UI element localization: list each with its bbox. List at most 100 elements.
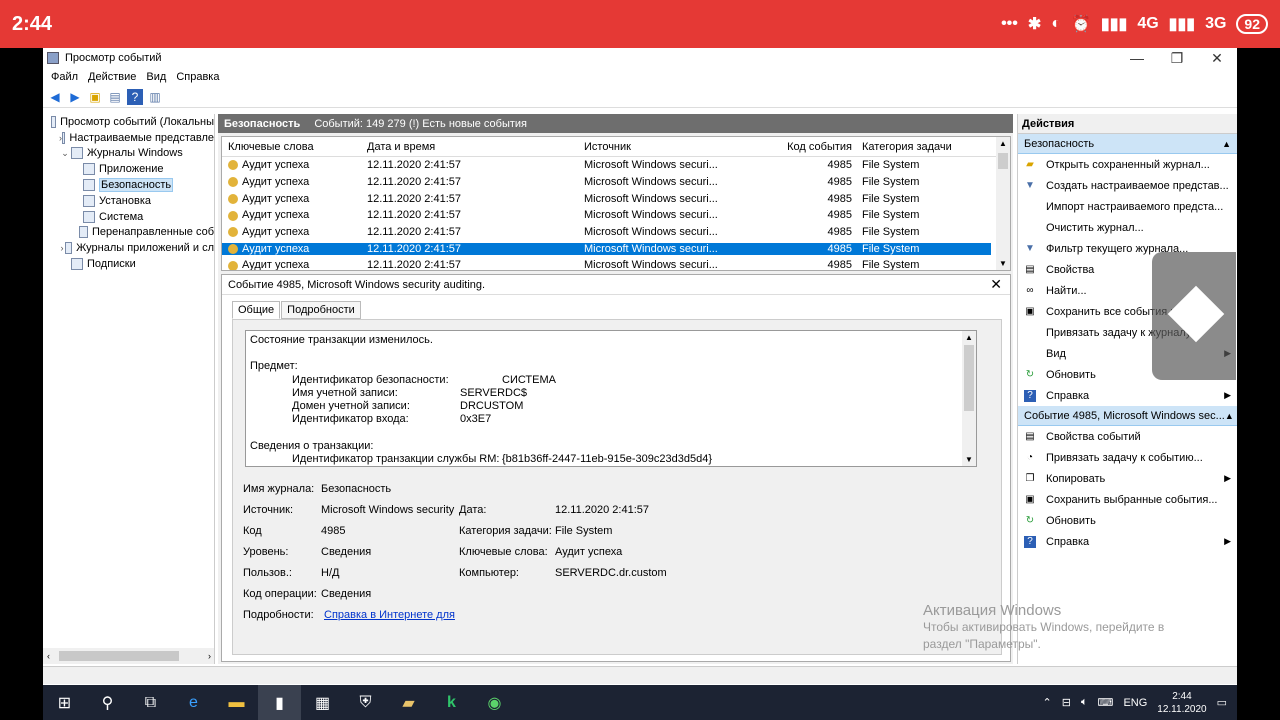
tree-item[interactable]: › Журналы приложений и сл — [43, 240, 214, 256]
app-icon-k[interactable]: k — [430, 685, 473, 720]
event-description[interactable]: Состояние транзакции изменилось. Предмет… — [245, 330, 977, 467]
tree-item[interactable]: › Настраиваемые представле — [43, 130, 214, 146]
column-datetime[interactable]: Дата и время — [361, 141, 578, 153]
show-hidden-icons-icon[interactable]: ⌃ — [1043, 696, 1052, 709]
description-scrollbar[interactable]: ▲ ▼ — [962, 331, 976, 466]
floating-overlay-button[interactable] — [1152, 252, 1236, 380]
table-row[interactable]: Аудит успеха 12.11.2020 2:41:57 Microsoft … — [222, 207, 1010, 224]
file-explorer-icon[interactable]: ▬ — [215, 685, 258, 720]
language-indicator[interactable]: ENG — [1123, 697, 1147, 709]
scroll-down-icon[interactable]: ▼ — [965, 455, 973, 464]
edge-icon[interactable]: e — [172, 685, 215, 720]
collapse-icon[interactable]: ▲ — [1222, 139, 1231, 149]
forward-icon[interactable]: ▶ — [67, 89, 83, 105]
start-windows-icon[interactable]: ⊞ — [43, 685, 86, 720]
close-button[interactable]: ✕ — [1197, 50, 1237, 67]
server-manager-icon[interactable]: ▦ — [301, 685, 344, 720]
action-item[interactable]: ↻ Обновить — [1018, 510, 1237, 531]
actions-pane: Действия Безопасность ▲ ▰ Открыть сохране… — [1017, 114, 1237, 664]
action-label: Найти... — [1046, 284, 1087, 297]
volume-icon[interactable]: 🔈︎ — [1081, 696, 1088, 709]
scroll-up-icon[interactable]: ▲ — [965, 333, 973, 342]
column-source[interactable]: Источник — [578, 141, 746, 153]
action-item[interactable]: ▤ Свойства событий — [1018, 426, 1237, 447]
clock[interactable]: 2:44 12.11.2020 — [1157, 690, 1206, 716]
scroll-thumb[interactable] — [998, 153, 1008, 169]
tree-item[interactable]: Просмотр событий (Локальны — [43, 114, 214, 130]
action-item[interactable]: ◔ Привязать задачу к событию... — [1018, 447, 1237, 468]
help-icon[interactable]: ? — [127, 88, 143, 105]
menu-help[interactable]: Справка — [176, 71, 219, 83]
table-row[interactable]: Аудит успеха 12.11.2020 2:41:57 Microsoft … — [222, 257, 1010, 270]
task-view-icon[interactable]: ⧉ — [129, 685, 172, 720]
app-icon-green[interactable]: ◉ — [473, 685, 516, 720]
menu-view[interactable]: Вид — [146, 71, 166, 83]
grid-vertical-scrollbar[interactable]: ▲ ▼ — [996, 137, 1010, 270]
minimize-button[interactable]: — — [1117, 50, 1157, 67]
defender-icon[interactable]: ⛨ — [344, 685, 387, 720]
tree-item[interactable]: Безопасность — [43, 177, 214, 193]
table-cell: Аудит успеха — [222, 242, 361, 255]
battery-level: 92 — [1236, 14, 1268, 34]
action-item[interactable]: ? Справка ▶ — [1018, 385, 1237, 406]
action-item[interactable]: Импорт настраиваемого предста... — [1018, 196, 1237, 217]
action-item[interactable]: ❐ Копировать ▶ — [1018, 468, 1237, 489]
collapse-icon[interactable]: ▲ — [1225, 411, 1234, 421]
column-task-category[interactable]: Категория задачи — [856, 141, 991, 153]
table-row[interactable]: Аудит успеха 12.11.2020 2:41:57 Microsoft … — [222, 190, 1010, 207]
tab-general[interactable]: Общие — [232, 301, 281, 319]
network-icon[interactable]: ⊟ — [1062, 696, 1071, 709]
table-row[interactable]: Аудит успеха 12.11.2020 2:41:57 Microsoft … — [222, 157, 1010, 174]
scroll-thumb[interactable] — [964, 345, 974, 411]
action-item[interactable]: ▰ Открыть сохраненный журнал... — [1018, 154, 1237, 175]
search-icon[interactable]: ⚲ — [86, 685, 129, 720]
tree-item[interactable]: Система — [43, 209, 214, 225]
up-folder-icon[interactable]: ▣ — [87, 89, 103, 105]
menu-action[interactable]: Действие — [88, 71, 136, 83]
tree-item[interactable]: Перенаправленные соб — [43, 225, 214, 241]
column-keywords[interactable]: Ключевые слова — [222, 141, 361, 153]
actions-section-event[interactable]: Событие 4985, Microsoft Windows sec... ▲ — [1018, 406, 1237, 426]
close-detail-icon[interactable]: ✕ — [990, 276, 1002, 293]
table-cell: 12.11.2020 2:41:57 — [361, 226, 578, 238]
action-item[interactable]: ▼ Создать настраиваемое представ... — [1018, 175, 1237, 196]
action-item[interactable]: ▣ Сохранить выбранные события... — [1018, 489, 1237, 510]
expander-icon[interactable]: ⌄ — [59, 148, 71, 159]
action-item[interactable]: ? Справка ▶ — [1018, 531, 1237, 552]
folder-icon: ▰ — [1026, 159, 1034, 170]
actions-section-log[interactable]: Безопасность ▲ — [1018, 134, 1237, 154]
more-icon: ••• — [1001, 15, 1018, 32]
column-event-code[interactable]: Код события — [746, 141, 856, 153]
maximize-button[interactable]: ❐ — [1157, 50, 1197, 67]
tree-item-label: Система — [99, 210, 144, 223]
tree-item[interactable]: Подписки — [43, 256, 214, 272]
tree-item[interactable]: ⌄ Журналы Windows — [43, 146, 214, 162]
opcode-label: Код операции: — [243, 587, 317, 600]
table-cell: Аудит успеха — [222, 159, 361, 171]
action-item[interactable]: Очистить журнал... — [1018, 217, 1237, 238]
tree-horizontal-scrollbar[interactable]: ‹ › — [43, 648, 214, 664]
event-viewer-task-icon[interactable]: ▮ — [258, 685, 301, 720]
submenu-arrow-icon: ▶ — [1224, 390, 1231, 400]
cell-text: Аудит успеха — [242, 176, 310, 189]
scroll-down-icon[interactable]: ▼ — [999, 259, 1007, 268]
menu-file[interactable]: Файл — [51, 71, 78, 83]
tab-details[interactable]: Подробности — [281, 301, 361, 319]
keyboard-icon[interactable]: ⌨ — [1098, 696, 1114, 709]
scroll-up-icon[interactable]: ▲ — [999, 139, 1007, 148]
online-help-link[interactable]: Справка в Интернете для — [324, 609, 455, 621]
scroll-left-icon[interactable]: ‹ — [43, 651, 50, 661]
table-row[interactable]: Аудит успеха 12.11.2020 2:41:57 Microsoft … — [222, 174, 1010, 191]
scroll-right-icon[interactable]: › — [208, 651, 214, 661]
show-hide-tree-icon[interactable]: ▤ — [107, 89, 123, 105]
tree-item[interactable]: Приложение — [43, 161, 214, 177]
notifications-icon[interactable]: ▭ — [1217, 696, 1227, 709]
tree-item[interactable]: Установка — [43, 193, 214, 209]
app-icon-book[interactable]: ▰ — [387, 685, 430, 720]
back-icon[interactable]: ◀ — [47, 89, 63, 105]
show-hide-actions-icon[interactable]: ▥ — [147, 89, 163, 105]
table-row[interactable]: Аудит успеха 12.11.2020 2:41:57 Microsoft … — [222, 240, 1010, 257]
table-row[interactable]: Аудит успеха 12.11.2020 2:41:57 Microsoft … — [222, 224, 1010, 241]
action-label: Очистить журнал... — [1046, 221, 1144, 234]
scroll-thumb[interactable] — [59, 651, 179, 661]
